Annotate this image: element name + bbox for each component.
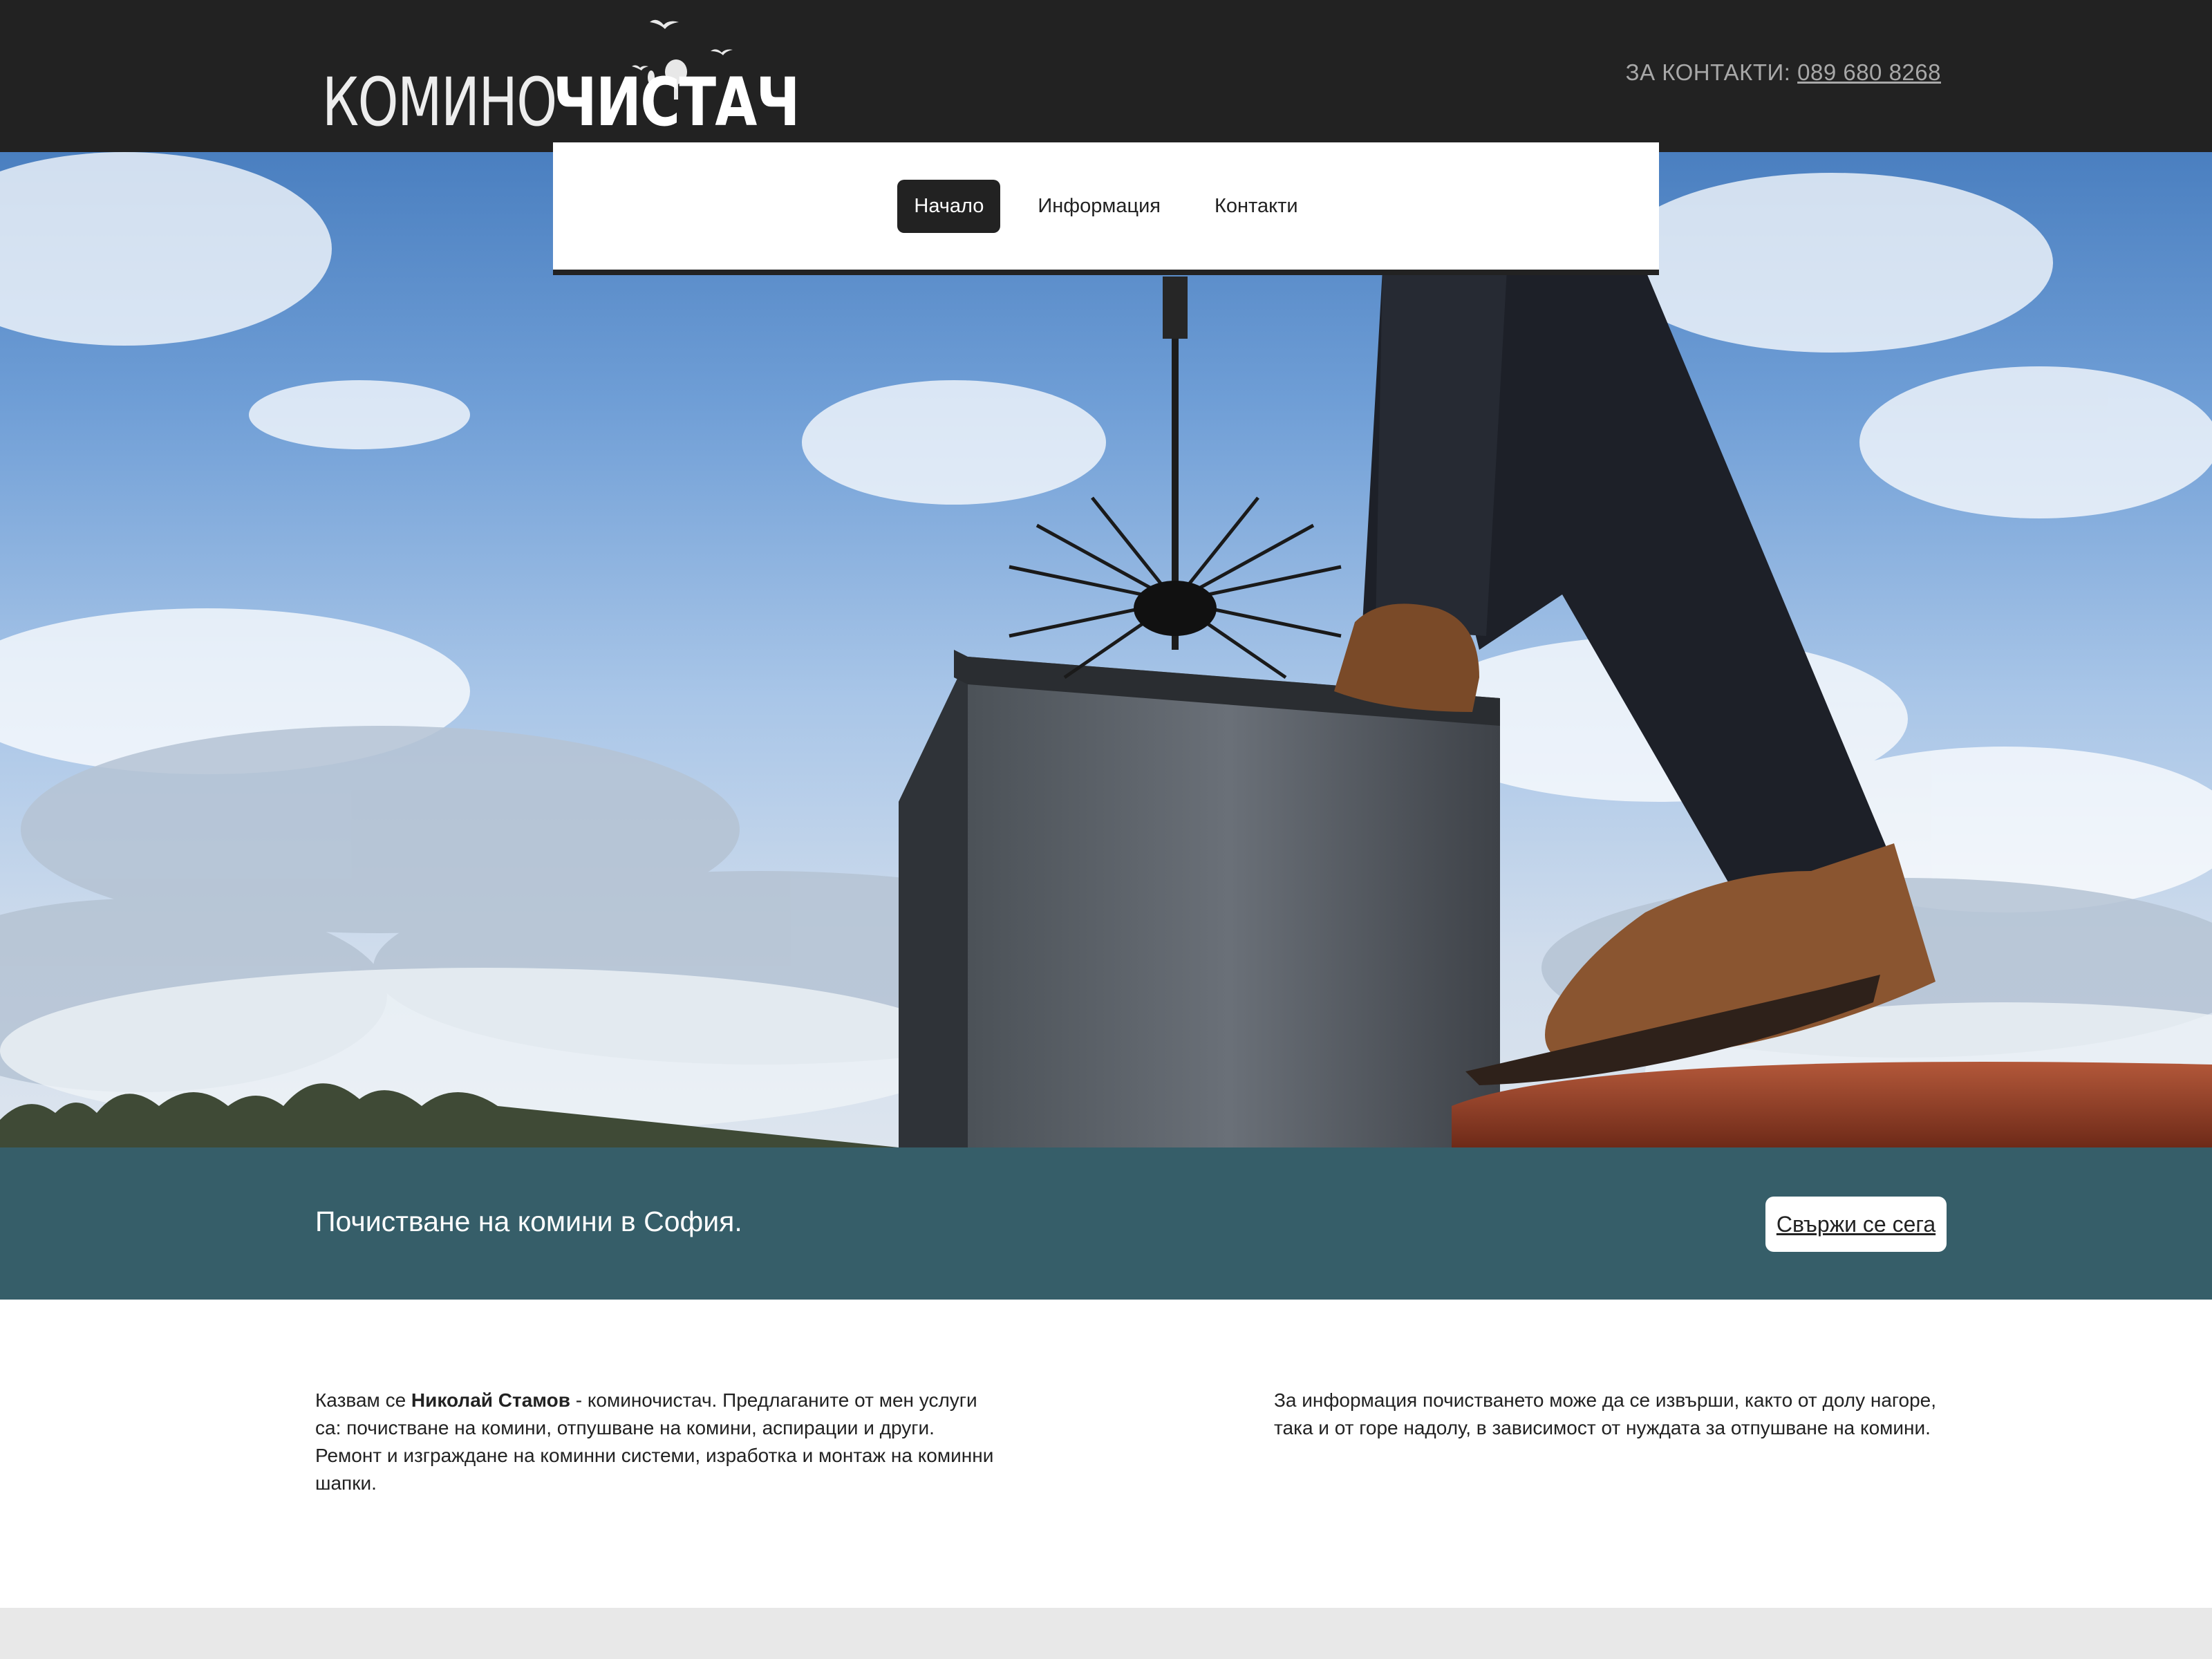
intro-paragraph-right: За информация почистването може да се из… — [1274, 1389, 1937, 1438]
logo-wordmark-bold: ЧИСТАЧ — [553, 64, 800, 141]
nav-item-information[interactable]: Информация — [1021, 180, 1177, 233]
logo-wordmark: КОМИНО ЧИСТАЧ — [322, 64, 853, 141]
owner-name: Николай Стамов — [411, 1389, 570, 1411]
intro-prefix: Казвам се — [315, 1389, 411, 1411]
nav-items: Начало Информация Контакти — [553, 142, 1659, 270]
phone-link[interactable]: 089 680 8268 — [1797, 59, 1941, 85]
hero-image — [0, 152, 2212, 1147]
header-contact: ЗА КОНТАКТИ: 089 680 8268 — [1626, 59, 1941, 86]
intro-section: Казвам се Николай Стамов - коминочистач.… — [0, 1300, 2212, 1608]
site-logo[interactable]: КОМИНО ЧИСТАЧ — [322, 8, 800, 141]
contact-label: ЗА КОНТАКТИ: — [1625, 59, 1791, 85]
logo-wordmark-light: КОМИНО — [322, 64, 557, 141]
footer-strip — [0, 1608, 2212, 1659]
main-navigation: Начало Информация Контакти — [553, 142, 1659, 275]
nav-item-contacts[interactable]: Контакти — [1198, 180, 1315, 233]
cta-headline: Почистване на комини в София. — [315, 1206, 742, 1237]
chimney-sweep-photo — [0, 152, 2212, 1147]
cta-band: Почистване на комини в София. Свържи се … — [0, 1147, 2212, 1300]
nav-item-home[interactable]: Начало — [897, 179, 1001, 233]
site-header: КОМИНО ЧИСТАЧ ЗА КОНТАКТИ: 089 680 8268 — [0, 0, 2212, 152]
intro-paragraph-left: Казвам се Николай Стамов - коминочистач.… — [315, 1387, 995, 1497]
contact-now-button[interactable]: Свържи се сега — [1765, 1197, 1947, 1252]
